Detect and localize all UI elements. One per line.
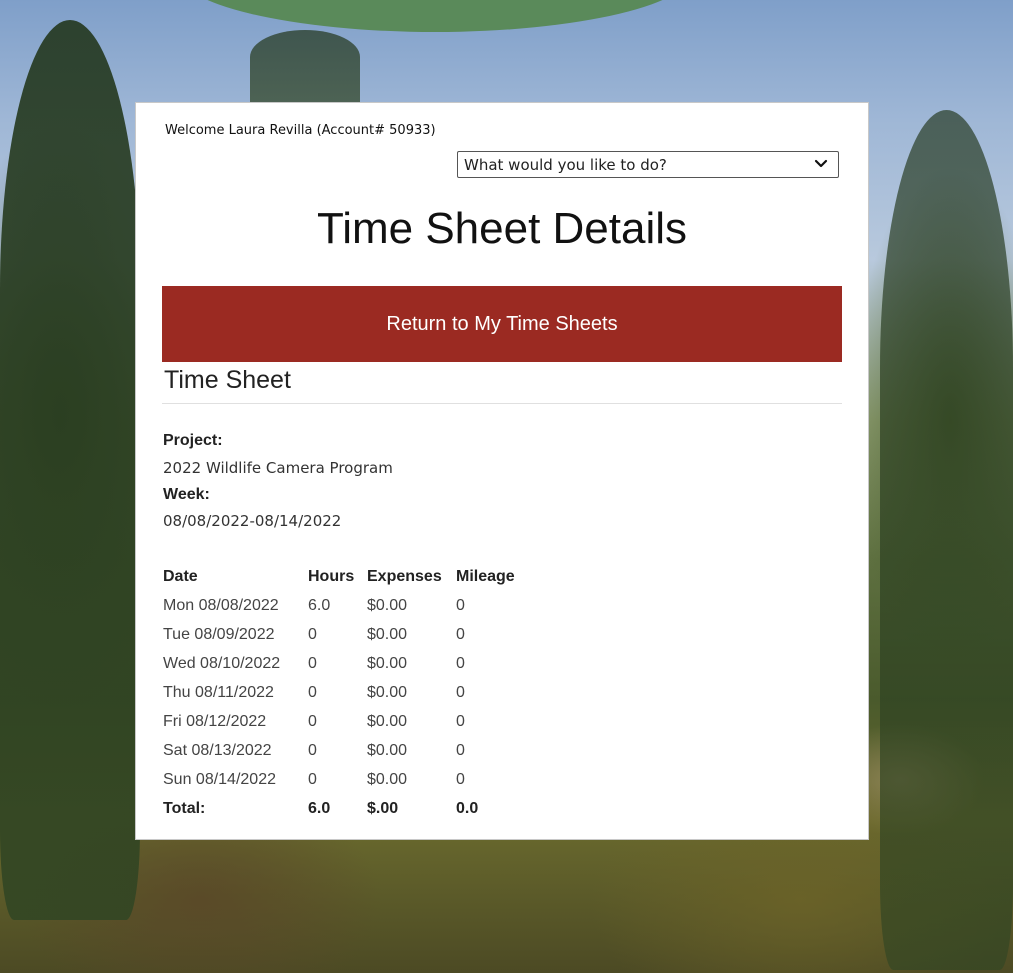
cell-hours: 0 bbox=[308, 741, 317, 759]
table-row: Sun 08/14/2022 0 $0.00 0 bbox=[162, 765, 528, 794]
table-row: Wed 08/10/2022 0 $0.00 0 bbox=[162, 649, 528, 678]
cell-date: Sun 08/14/2022 bbox=[163, 770, 276, 788]
cell-expenses: $0.00 bbox=[367, 683, 408, 701]
cell-hours: 0 bbox=[308, 654, 317, 672]
section-divider bbox=[162, 403, 842, 404]
table-row: Sat 08/13/2022 0 $0.00 0 bbox=[162, 736, 528, 765]
table-row: Tue 08/09/2022 0 $0.00 0 bbox=[162, 620, 528, 649]
column-header-date: Date bbox=[163, 567, 198, 585]
background-tree-right bbox=[880, 110, 1013, 970]
total-expenses: $.00 bbox=[367, 799, 399, 817]
action-select[interactable]: What would you like to do? bbox=[457, 151, 839, 178]
cell-hours: 0 bbox=[308, 683, 317, 701]
cell-date: Thu 08/11/2022 bbox=[163, 683, 274, 701]
cell-date: Mon 08/08/2022 bbox=[163, 596, 279, 614]
cell-expenses: $0.00 bbox=[367, 741, 408, 759]
column-header-hours: Hours bbox=[308, 567, 355, 585]
chevron-down-icon bbox=[814, 159, 828, 168]
cell-mileage: 0 bbox=[456, 741, 465, 759]
cell-hours: 0 bbox=[308, 625, 317, 643]
section-heading: Time Sheet bbox=[164, 366, 291, 394]
table-row: Thu 08/11/2022 0 $0.00 0 bbox=[162, 678, 528, 707]
cell-expenses: $0.00 bbox=[367, 712, 408, 730]
cell-hours: 6.0 bbox=[308, 596, 331, 614]
table-row: Fri 08/12/2022 0 $0.00 0 bbox=[162, 707, 528, 736]
cell-expenses: $0.00 bbox=[367, 625, 408, 643]
column-header-mileage: Mileage bbox=[456, 567, 515, 585]
cell-date: Fri 08/12/2022 bbox=[163, 712, 267, 730]
table-row: Mon 08/08/2022 6.0 $0.00 0 bbox=[162, 591, 528, 620]
action-select-value: What would you like to do? bbox=[464, 155, 667, 174]
column-header-expenses: Expenses bbox=[367, 567, 442, 585]
project-value: 2022 Wildlife Camera Program bbox=[163, 459, 393, 477]
return-to-time-sheets-button[interactable]: Return to My Time Sheets bbox=[162, 286, 842, 362]
cell-date: Wed 08/10/2022 bbox=[163, 654, 281, 672]
cell-date: Sat 08/13/2022 bbox=[163, 741, 272, 759]
table-header-row: Date Hours Expenses Mileage bbox=[162, 562, 528, 591]
cell-expenses: $0.00 bbox=[367, 654, 408, 672]
background-tree-left bbox=[0, 20, 140, 920]
cell-expenses: $0.00 bbox=[367, 770, 408, 788]
time-sheet-table: Date Hours Expenses Mileage Mon 08/08/20… bbox=[162, 562, 528, 823]
cell-mileage: 0 bbox=[456, 712, 465, 730]
cell-hours: 0 bbox=[308, 712, 317, 730]
total-label: Total: bbox=[163, 799, 206, 817]
cell-mileage: 0 bbox=[456, 770, 465, 788]
cell-expenses: $0.00 bbox=[367, 596, 408, 614]
welcome-message: Welcome Laura Revilla (Account# 50933) bbox=[165, 123, 436, 138]
cell-mileage: 0 bbox=[456, 596, 465, 614]
cell-mileage: 0 bbox=[456, 654, 465, 672]
cell-hours: 0 bbox=[308, 770, 317, 788]
cell-mileage: 0 bbox=[456, 625, 465, 643]
cell-mileage: 0 bbox=[456, 683, 465, 701]
week-value: 08/08/2022-08/14/2022 bbox=[163, 512, 342, 530]
cell-date: Tue 08/09/2022 bbox=[163, 625, 275, 643]
week-label: Week: bbox=[163, 486, 210, 503]
page-title: Time Sheet Details bbox=[316, 204, 688, 253]
total-hours: 6.0 bbox=[308, 799, 331, 817]
total-mileage: 0.0 bbox=[456, 799, 479, 817]
table-total-row: Total: 6.0 $.00 0.0 bbox=[162, 794, 528, 823]
project-label: Project: bbox=[163, 432, 223, 449]
